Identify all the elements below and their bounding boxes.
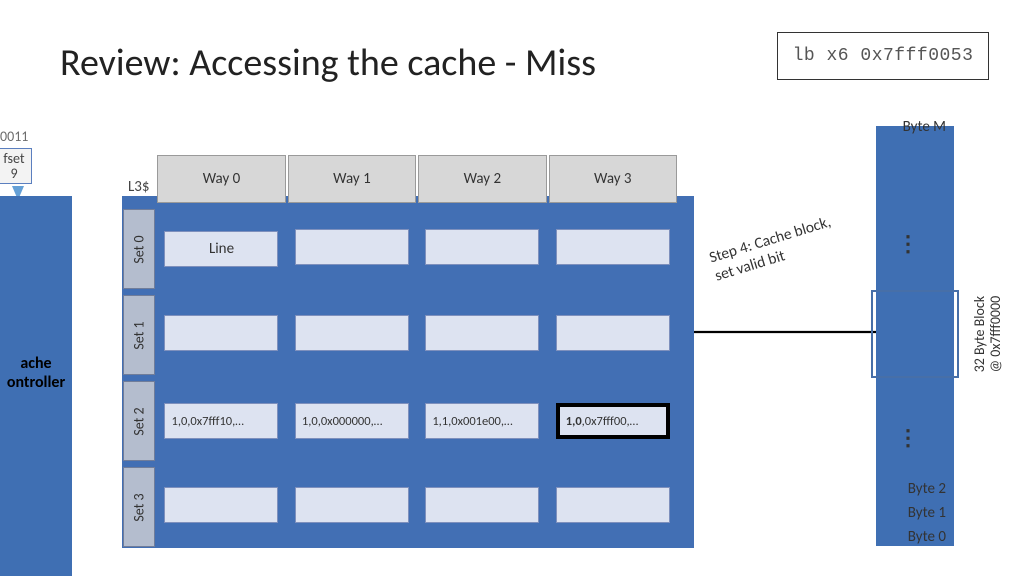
cache-line [164,487,278,523]
cache-table: Way 0 Way 1 Way 2 Way 3 Set 0 Line Set 1 [121,149,679,553]
cache-line [295,315,409,351]
vdots-icon: ⋮ [897,238,919,249]
cache-line-s2w1: 1,0,0x000000,… [295,403,409,439]
cache-line-s2w2: 1,1,0x001e00,… [425,403,539,439]
set-header-0: Set 0 [123,209,155,289]
cache-line [164,315,278,351]
offset-label-b: 9 [10,166,17,181]
cache-controller-label: ache ontroller [0,354,72,392]
cache-line-s2w3-highlight: 1,0,0x7fff00,… [556,403,670,439]
set-header-2: Set 2 [123,381,155,461]
cache-line-label: Line [164,231,278,267]
way-header-2: Way 2 [418,155,546,203]
way-header-1: Way 1 [288,155,416,203]
l3-cache: Way 0 Way 1 Way 2 Way 3 Set 0 Line Set 1 [122,196,694,548]
memory-byte-2: Byte 2 [908,480,946,498]
instruction-box: lb x6 0x7fff0053 [777,32,989,80]
memory-block-outline [871,290,959,378]
cache-line-s2w0: 1,0,0x7fff10,… [164,403,278,439]
way-header-0: Way 0 [157,155,285,203]
set-header-1: Set 1 [123,295,155,375]
memory-block-label: 32 Byte Block@ 0x7fff0000 [978,292,998,376]
binary-suffix: 0011 [0,128,36,145]
cache-line [556,315,670,351]
way-header-3: Way 3 [549,155,677,203]
cache-line [556,229,670,265]
vdots-icon: ⋮ [897,432,919,443]
cache-line [556,487,670,523]
offset-field-box: fset 9 [0,148,32,184]
memory-byte-m: Byte M [903,118,946,136]
cache-line [425,229,539,265]
page-title: Review: Accessing the cache - Miss [60,40,596,86]
memory-byte-1: Byte 1 [908,504,946,522]
set-header-3: Set 3 [123,467,155,547]
offset-label-a: fset [3,151,24,166]
cache-line [425,315,539,351]
cache-line [295,487,409,523]
cache-line [295,229,409,265]
step4-annotation: Step 4: Cache block, set valid bit [707,212,839,286]
memory-byte-0: Byte 0 [908,528,946,546]
cache-line [425,487,539,523]
